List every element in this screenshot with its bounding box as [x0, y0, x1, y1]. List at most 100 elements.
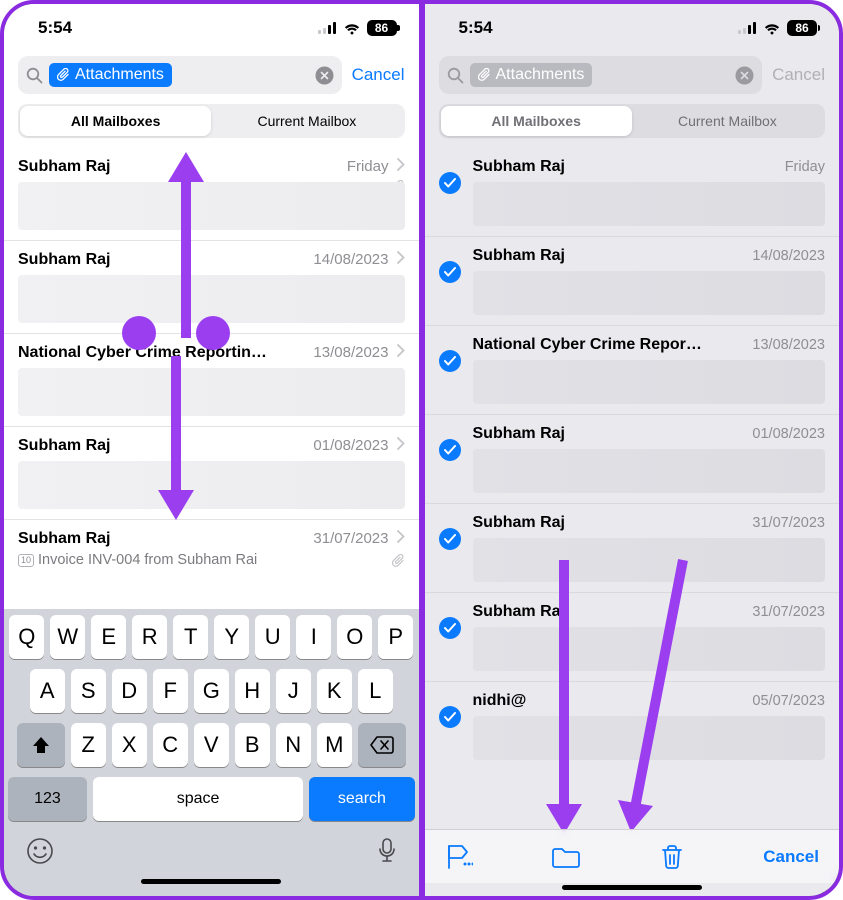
mail-row-selectable[interactable]: National Cyber Crime Repor… 13/08/2023 [425, 325, 840, 414]
ios-keyboard[interactable]: QWERTYUIOP ASDFGHJKL ZXCVBNM 123 space s… [4, 609, 419, 896]
mail-row[interactable]: Subham Raj 31/07/2023 10Invoice INV-004 … [4, 519, 419, 568]
key-o[interactable]: O [337, 615, 372, 659]
seg-current-mailbox[interactable]: Current Mailbox [632, 106, 823, 136]
mail-date: 01/08/2023 [313, 437, 388, 454]
search-token-label: Attachments [75, 66, 164, 84]
key-x[interactable]: X [112, 723, 147, 767]
move-folder-button[interactable] [551, 845, 581, 869]
key-y[interactable]: Y [214, 615, 249, 659]
attachment-icon [392, 554, 405, 573]
key-w[interactable]: W [50, 615, 85, 659]
selection-cancel-button[interactable]: Cancel [763, 847, 819, 867]
home-indicator[interactable] [141, 879, 281, 884]
key-q[interactable]: Q [9, 615, 44, 659]
numbers-key[interactable]: 123 [8, 777, 87, 821]
key-m[interactable]: M [317, 723, 352, 767]
key-s[interactable]: S [71, 669, 106, 713]
selected-check-icon[interactable] [439, 172, 461, 194]
selected-check-icon[interactable] [439, 528, 461, 550]
mail-preview-blur [18, 275, 405, 323]
key-i[interactable]: I [296, 615, 331, 659]
key-l[interactable]: L [358, 669, 393, 713]
key-v[interactable]: V [194, 723, 229, 767]
mark-button[interactable] [445, 844, 473, 870]
mail-preview-blur [473, 182, 826, 226]
results-list-select-mode[interactable]: Subham Raj Friday Subham Raj 14/08/2023 … [425, 146, 840, 829]
key-f[interactable]: F [153, 669, 188, 713]
mail-preview-blur [18, 368, 405, 416]
mail-row-selectable[interactable]: Subham Raj 14/08/2023 [425, 236, 840, 325]
mailbox-scope-segmented[interactable]: All Mailboxes Current Mailbox [18, 104, 405, 138]
mail-date: 31/07/2023 [313, 530, 388, 547]
clear-search-icon[interactable] [735, 66, 754, 85]
mail-row[interactable]: Subham Raj 01/08/2023 [4, 426, 419, 519]
selected-check-icon[interactable] [439, 350, 461, 372]
mail-preview-blur [18, 461, 405, 509]
chevron-right-icon [397, 344, 405, 362]
mail-row-selectable[interactable]: nidhi@ 05/07/2023 [425, 681, 840, 770]
selected-check-icon[interactable] [439, 261, 461, 283]
key-p[interactable]: P [378, 615, 413, 659]
search-icon [447, 67, 464, 84]
mail-subject: 10Invoice INV-004 from Subham Rai [18, 552, 405, 568]
mail-preview-blur [473, 271, 826, 315]
mail-row[interactable]: National Cyber Crime Reportin… 13/08/202… [4, 333, 419, 426]
mail-date: 05/07/2023 [752, 693, 825, 709]
key-z[interactable]: Z [71, 723, 106, 767]
clear-search-icon[interactable] [315, 66, 334, 85]
selected-check-icon[interactable] [439, 706, 461, 728]
backspace-key[interactable] [358, 723, 406, 767]
key-c[interactable]: C [153, 723, 188, 767]
trash-button[interactable] [660, 844, 684, 870]
status-time: 5:54 [459, 18, 493, 38]
mail-row[interactable]: Subham Raj 14/08/2023 [4, 240, 419, 333]
search-token-attachments[interactable]: Attachments [49, 63, 172, 87]
mail-date: 31/07/2023 [752, 515, 825, 531]
search-field[interactable]: Attachments [18, 56, 342, 94]
shift-key[interactable] [17, 723, 65, 767]
key-t[interactable]: T [173, 615, 208, 659]
mail-date: 13/08/2023 [313, 344, 388, 361]
selected-check-icon[interactable] [439, 439, 461, 461]
mail-sender: National Cyber Crime Repor… [473, 336, 745, 354]
cellular-signal-icon [318, 22, 337, 34]
mail-row-selectable[interactable]: Subham Raj 31/07/2023 [425, 503, 840, 592]
search-field[interactable]: Attachments [439, 56, 763, 94]
key-a[interactable]: A [30, 669, 65, 713]
home-indicator[interactable] [562, 885, 702, 890]
search-cancel-button[interactable]: Cancel [772, 65, 825, 85]
mail-row-selectable[interactable]: Subham Raj 01/08/2023 [425, 414, 840, 503]
key-b[interactable]: B [235, 723, 270, 767]
search-cancel-button[interactable]: Cancel [352, 65, 405, 85]
mail-sender: Subham Raj [18, 530, 305, 548]
selected-check-icon[interactable] [439, 617, 461, 639]
mail-row[interactable]: Subham Raj Friday [4, 146, 419, 240]
key-d[interactable]: D [112, 669, 147, 713]
chevron-right-icon [397, 530, 405, 548]
key-j[interactable]: J [276, 669, 311, 713]
key-n[interactable]: N [276, 723, 311, 767]
seg-all-mailboxes[interactable]: All Mailboxes [441, 106, 632, 136]
status-bar: 5:54 86 [425, 4, 840, 52]
key-r[interactable]: R [132, 615, 167, 659]
key-u[interactable]: U [255, 615, 290, 659]
emoji-key[interactable] [26, 837, 54, 870]
results-list[interactable]: Subham Raj Friday Subham Raj 14/08/2023 … [4, 146, 419, 609]
chevron-right-icon [397, 437, 405, 455]
dictation-key[interactable] [377, 837, 397, 870]
key-k[interactable]: K [317, 669, 352, 713]
seg-all-mailboxes[interactable]: All Mailboxes [20, 106, 211, 136]
mailbox-scope-segmented[interactable]: All Mailboxes Current Mailbox [439, 104, 826, 138]
key-h[interactable]: H [235, 669, 270, 713]
mail-row-selectable[interactable]: Subham Raj 31/07/2023 [425, 592, 840, 681]
space-key[interactable]: space [93, 777, 303, 821]
mail-row-selectable[interactable]: Subham Raj Friday [425, 146, 840, 236]
search-token-attachments[interactable]: Attachments [470, 63, 593, 87]
seg-current-mailbox[interactable]: Current Mailbox [211, 106, 402, 136]
mail-sender: nidhi@ [473, 692, 745, 710]
wifi-icon [343, 22, 361, 35]
key-g[interactable]: G [194, 669, 229, 713]
search-key[interactable]: search [309, 777, 414, 821]
mail-preview-blur [473, 538, 826, 582]
key-e[interactable]: E [91, 615, 126, 659]
